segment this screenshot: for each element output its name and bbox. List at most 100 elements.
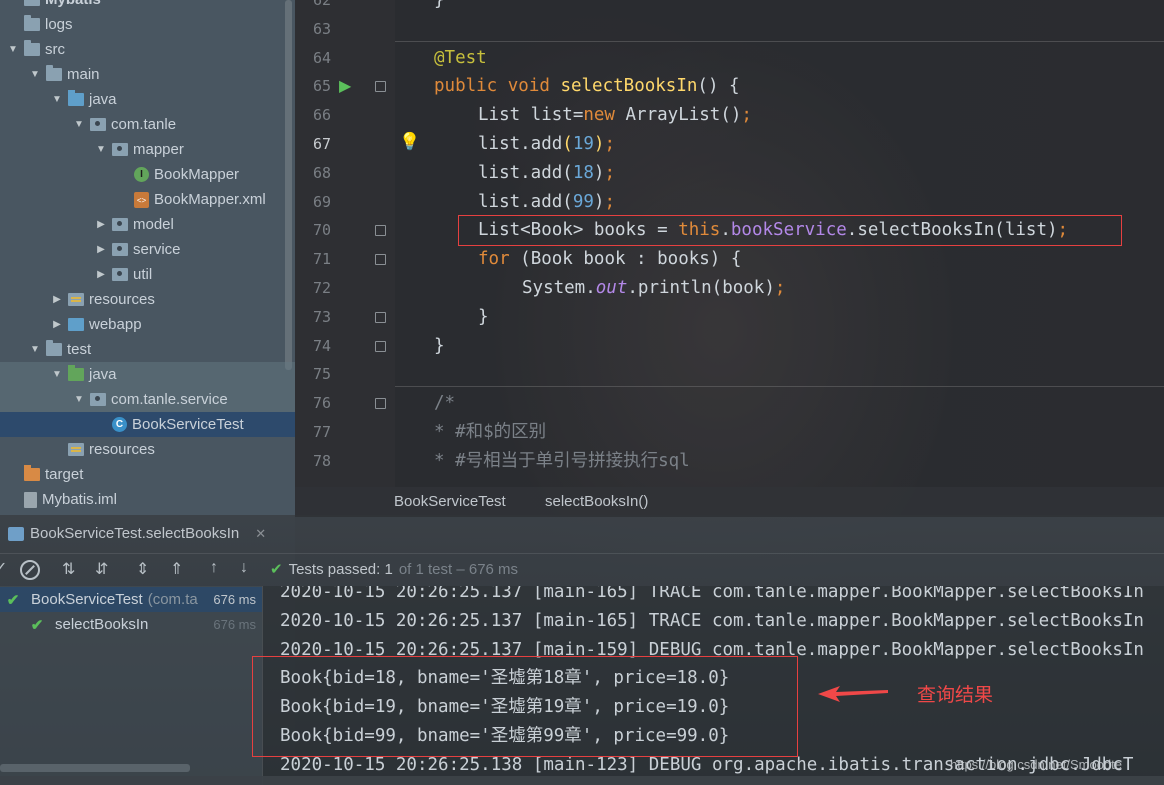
tree-item[interactable]: logs [0,12,295,37]
tree-item[interactable]: ▶ service [0,237,295,262]
tree-item-label: BookMapper.xml [154,191,266,208]
src-icon [68,90,84,106]
tree-item[interactable]: ▼ test [0,337,295,362]
show-ignored-icon[interactable] [20,560,40,580]
line-number: 77 [312,423,331,441]
test-package: (com.ta [147,591,198,608]
chevron-right-icon[interactable]: ▶ [94,219,108,230]
tests-passed-label: Tests passed: 1 [288,560,393,578]
tree-item[interactable]: Mybatis [0,0,295,12]
sort-alpha-icon[interactable]: ⇅ [62,559,75,579]
method-separator [395,41,1164,42]
web-icon [68,318,84,331]
sort-duration-icon[interactable]: ⇵ [95,559,108,579]
chevron-down-icon[interactable]: ▼ [50,94,64,105]
chevron-right-icon[interactable]: ▶ [50,294,64,305]
run-test-icon[interactable]: ▶ [339,71,351,100]
tree-item-label: Mybatis [45,0,101,8]
code-line[interactable]: } [434,332,445,361]
tree-item[interactable]: resources [0,437,295,462]
fold-marker-icon[interactable] [375,81,386,93]
tree-item[interactable]: I BookMapper [0,162,295,187]
pkg-icon [112,218,128,231]
run-tool-header: BookServiceTest.selectBooksIn ✕ [0,517,1164,553]
fold-marker-icon[interactable] [375,225,386,237]
fold-marker-icon[interactable] [375,398,386,410]
code-line[interactable]: /* [434,389,455,418]
code-line[interactable]: for (Book book : books) { [478,245,741,274]
test-duration: 676 ms [213,617,256,632]
test-passed-icon: ✔ [30,616,44,634]
tree-item[interactable]: C BookServiceTest [0,412,295,437]
highlight-box-code [458,215,1122,246]
collapse-all-icon[interactable]: ⇑ [170,559,183,579]
tree-item[interactable]: ▶ webapp [0,312,295,337]
line-number: 69 [312,192,331,211]
folder-icon [46,340,62,356]
chevron-down-icon[interactable]: ▼ [94,144,108,155]
code-line[interactable]: List list=new ArrayList(); [478,101,752,130]
run-toolbar: ✓ ⇅ ⇵ ⇕ ⇑ ↑ ↓ ✔ Tests passed: 1 of 1 tes… [0,553,1164,585]
code-line[interactable]: } [478,303,489,332]
breadcrumb-class[interactable]: BookServiceTest [394,493,506,510]
tree-item-label: BookMapper [154,166,240,183]
tree-item[interactable]: ▼ main [0,62,295,87]
intention-bulb-icon[interactable]: 💡 [399,128,420,157]
tree-item-label: logs [45,16,73,33]
tree-item[interactable]: ▼ com.tanle [0,112,295,137]
close-icon[interactable]: ✕ [255,526,266,542]
folder-icon [46,65,62,81]
chevron-down-icon[interactable]: ▼ [50,369,64,380]
code-line[interactable]: @Test [434,44,487,73]
run-tab[interactable]: BookServiceTest.selectBooksIn ✕ [8,525,266,542]
test-name: selectBooksIn [55,616,149,633]
tree-item[interactable]: <> BookMapper.xml [0,187,295,212]
check-icon[interactable]: ✓ [0,558,7,578]
test-passed-icon: ✔ [6,591,20,609]
project-tree[interactable]: Mybatislogs▼src▼main▼java▼com.tanle▼mapp… [0,0,295,515]
tree-item[interactable]: ▶ util [0,262,295,287]
tree-item[interactable]: target [0,462,295,487]
tree-item[interactable]: ▼ java [0,362,295,387]
testclass-icon: C [112,417,127,432]
tree-item[interactable]: ▶ resources [0,287,295,312]
tree-item[interactable]: ▼ src [0,37,295,62]
test-results-tree[interactable]: ✔ BookServiceTest (com.ta 676 ms ✔ selectBook… [0,586,262,776]
code-line[interactable]: } [434,0,445,15]
code-line[interactable]: list.add(19); [478,130,615,159]
fold-marker-icon[interactable] [375,340,386,352]
chevron-right-icon[interactable]: ▶ [50,319,64,330]
code-line[interactable]: System.out.println(book); [522,274,785,303]
tree-item[interactable]: ▼ java [0,87,295,112]
chevron-down-icon[interactable]: ▼ [28,344,42,355]
chevron-right-icon[interactable]: ▶ [94,244,108,255]
tree-item-label: resources [89,291,155,308]
tree-item[interactable]: ▼ com.tanle.service [0,387,295,412]
tree-item[interactable]: ▶ model [0,212,295,237]
code-line[interactable]: * #和$的区别 [434,418,546,447]
expand-all-icon[interactable]: ⇕ [136,559,149,579]
code-line[interactable]: public void selectBooksIn() { [434,72,740,101]
next-test-icon[interactable]: ↓ [240,559,248,577]
code-line[interactable]: list.add(99); [478,188,615,217]
tree-item-label: service [133,241,181,258]
test-result-row[interactable]: ✔ BookServiceTest (com.ta 676 ms [0,587,262,612]
test-result-row[interactable]: ✔ selectBooksIn 676 ms [0,612,262,637]
chevron-down-icon[interactable]: ▼ [6,44,20,55]
pkg-icon [112,243,128,256]
res-icon [68,293,84,306]
fold-marker-icon[interactable] [375,254,386,266]
fold-marker-icon[interactable] [375,311,386,323]
code-line[interactable]: list.add(18); [478,159,615,188]
chevron-right-icon[interactable]: ▶ [94,269,108,280]
tree-item[interactable]: ▼ mapper [0,137,295,162]
previous-test-icon[interactable]: ↑ [210,559,218,577]
tree-item[interactable]: Mybatis.iml [0,487,295,512]
code-line[interactable]: * #号相当于单引号拼接执行sql [434,447,690,476]
chevron-down-icon[interactable]: ▼ [28,69,42,80]
breadcrumb-method[interactable]: selectBooksIn() [545,493,648,510]
chevron-down-icon[interactable]: ▼ [72,119,86,130]
tree-item-label: com.tanle.service [111,391,228,408]
test-tree-scrollbar[interactable] [0,764,190,772]
chevron-down-icon[interactable]: ▼ [72,394,86,405]
